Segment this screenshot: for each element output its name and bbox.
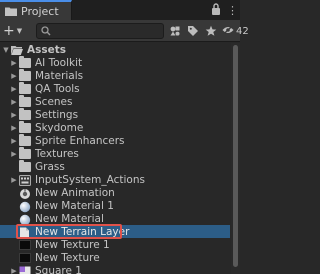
tab-bar: Project ⋮ bbox=[0, 0, 240, 20]
tree-label: New Texture 1 bbox=[35, 238, 110, 251]
tree-row-textures[interactable]: ▶ Textures bbox=[0, 146, 230, 160]
caret-down-icon: ▼ bbox=[16, 27, 23, 35]
animation-clip-icon bbox=[19, 188, 31, 199]
tree-row-materials[interactable]: ▶ Materials bbox=[0, 68, 230, 82]
tree-label: InputSystem_Actions bbox=[35, 173, 145, 186]
tree-row-sprite-enhancers[interactable]: ▶ Sprite Enhancers bbox=[0, 133, 230, 147]
input-actions-icon bbox=[19, 174, 31, 186]
folder-icon bbox=[19, 81, 31, 94]
tree-row-new-animation[interactable]: New Animation bbox=[0, 186, 230, 199]
tree-row-grass[interactable]: Grass bbox=[0, 159, 230, 173]
tab-actions: ⋮ bbox=[211, 2, 238, 18]
tree-row-square-1[interactable]: ▶ Square 1 bbox=[0, 264, 230, 274]
tree-row-ai-toolkit[interactable]: ▶ AI Toolkit bbox=[0, 55, 230, 69]
tree-label: New Texture bbox=[35, 251, 100, 264]
sprite-icon bbox=[19, 266, 31, 274]
highlight-outline bbox=[16, 224, 122, 239]
material-sphere-icon bbox=[19, 214, 31, 225]
tree-row-new-texture[interactable]: New Texture bbox=[0, 251, 230, 264]
tree-label: Materials bbox=[35, 69, 84, 82]
more-options-icon[interactable]: ⋮ bbox=[227, 4, 238, 17]
tree-label: Grass bbox=[35, 160, 65, 173]
search-input[interactable] bbox=[36, 23, 164, 39]
tree-label: Textures bbox=[35, 147, 79, 160]
expand-arrow-icon[interactable]: ▶ bbox=[9, 137, 19, 145]
expand-arrow-icon[interactable]: ▶ bbox=[9, 85, 19, 93]
tree-label: Skydome bbox=[35, 121, 84, 134]
project-window: Project ⋮ + ▼ 42 ▼ Assets ▶ AI Toolkit ▶… bbox=[0, 0, 249, 274]
project-tree: ▼ Assets ▶ AI Toolkit ▶ Materials ▶ QA T… bbox=[0, 43, 230, 274]
expand-arrow-icon[interactable]: ▶ bbox=[9, 176, 19, 184]
tab-project-label: Project bbox=[21, 4, 59, 18]
tree-label: New Animation bbox=[35, 186, 115, 199]
expand-arrow-icon[interactable]: ▶ bbox=[9, 267, 19, 274]
tree-label: New Material bbox=[35, 212, 104, 225]
folder-icon bbox=[19, 107, 31, 120]
tab-project[interactable]: Project bbox=[0, 0, 72, 20]
tree-row-qa-tools[interactable]: ▶ QA Tools bbox=[0, 81, 230, 95]
expand-arrow-icon[interactable]: ▶ bbox=[9, 59, 19, 67]
vertical-scrollbar[interactable] bbox=[231, 43, 240, 274]
material-sphere-icon bbox=[19, 201, 31, 212]
scrollbar-thumb[interactable] bbox=[233, 45, 238, 267]
expand-arrow-icon[interactable]: ▶ bbox=[9, 111, 19, 119]
tree-label: New Material 1 bbox=[35, 199, 114, 212]
toolbar-icons: 42 bbox=[168, 23, 249, 39]
folder-open-icon bbox=[11, 45, 23, 55]
tree-label: QA Tools bbox=[35, 82, 80, 95]
tree-label: Scenes bbox=[35, 95, 73, 108]
folder-icon bbox=[19, 120, 31, 133]
folder-icon bbox=[19, 94, 31, 107]
tree-row-assets[interactable]: ▼ Assets bbox=[0, 43, 230, 56]
folder-icon bbox=[5, 6, 17, 17]
folder-icon bbox=[19, 55, 31, 68]
texture-icon bbox=[19, 239, 31, 250]
expand-arrow-icon[interactable]: ▶ bbox=[9, 150, 19, 158]
tree-row-inputsystem-actions[interactable]: ▶ InputSystem_Actions bbox=[0, 173, 230, 186]
folder-icon bbox=[19, 146, 31, 159]
plus-icon: + bbox=[3, 23, 15, 39]
tree-label: Settings bbox=[35, 108, 79, 121]
star-icon[interactable] bbox=[204, 24, 218, 38]
expand-arrow-icon[interactable]: ▼ bbox=[1, 46, 11, 54]
lock-icon[interactable] bbox=[211, 2, 221, 18]
tree-label-assets: Assets bbox=[27, 43, 67, 56]
filter-by-label-icon[interactable] bbox=[186, 24, 200, 38]
tree-row-new-texture-1[interactable]: New Texture 1 bbox=[0, 238, 230, 251]
folder-icon bbox=[19, 133, 31, 146]
expand-arrow-icon[interactable]: ▶ bbox=[9, 98, 19, 106]
add-asset-button[interactable]: + ▼ bbox=[3, 23, 27, 39]
tree-row-settings[interactable]: ▶ Settings bbox=[0, 107, 230, 121]
folder-icon bbox=[19, 68, 31, 81]
tree-label: Square 1 bbox=[35, 264, 82, 274]
project-toolbar: + ▼ 42 bbox=[0, 20, 249, 42]
folder-icon bbox=[19, 159, 31, 172]
tree-label: Sprite Enhancers bbox=[35, 134, 125, 147]
texture-icon bbox=[19, 252, 31, 263]
hidden-packages-toggle[interactable]: 42 bbox=[222, 24, 249, 38]
eye-hidden-icon bbox=[222, 24, 234, 38]
tree-label: AI Toolkit bbox=[35, 56, 83, 69]
hidden-count-label: 42 bbox=[236, 25, 249, 37]
tree-row-scenes[interactable]: ▶ Scenes bbox=[0, 94, 230, 108]
tree-row-skydome[interactable]: ▶ Skydome bbox=[0, 120, 230, 134]
filter-by-type-icon[interactable] bbox=[168, 24, 182, 38]
tree-row-new-material-1[interactable]: New Material 1 bbox=[0, 199, 230, 212]
expand-arrow-icon[interactable]: ▶ bbox=[9, 124, 19, 132]
search-icon bbox=[41, 26, 51, 39]
expand-arrow-icon[interactable]: ▶ bbox=[9, 72, 19, 80]
